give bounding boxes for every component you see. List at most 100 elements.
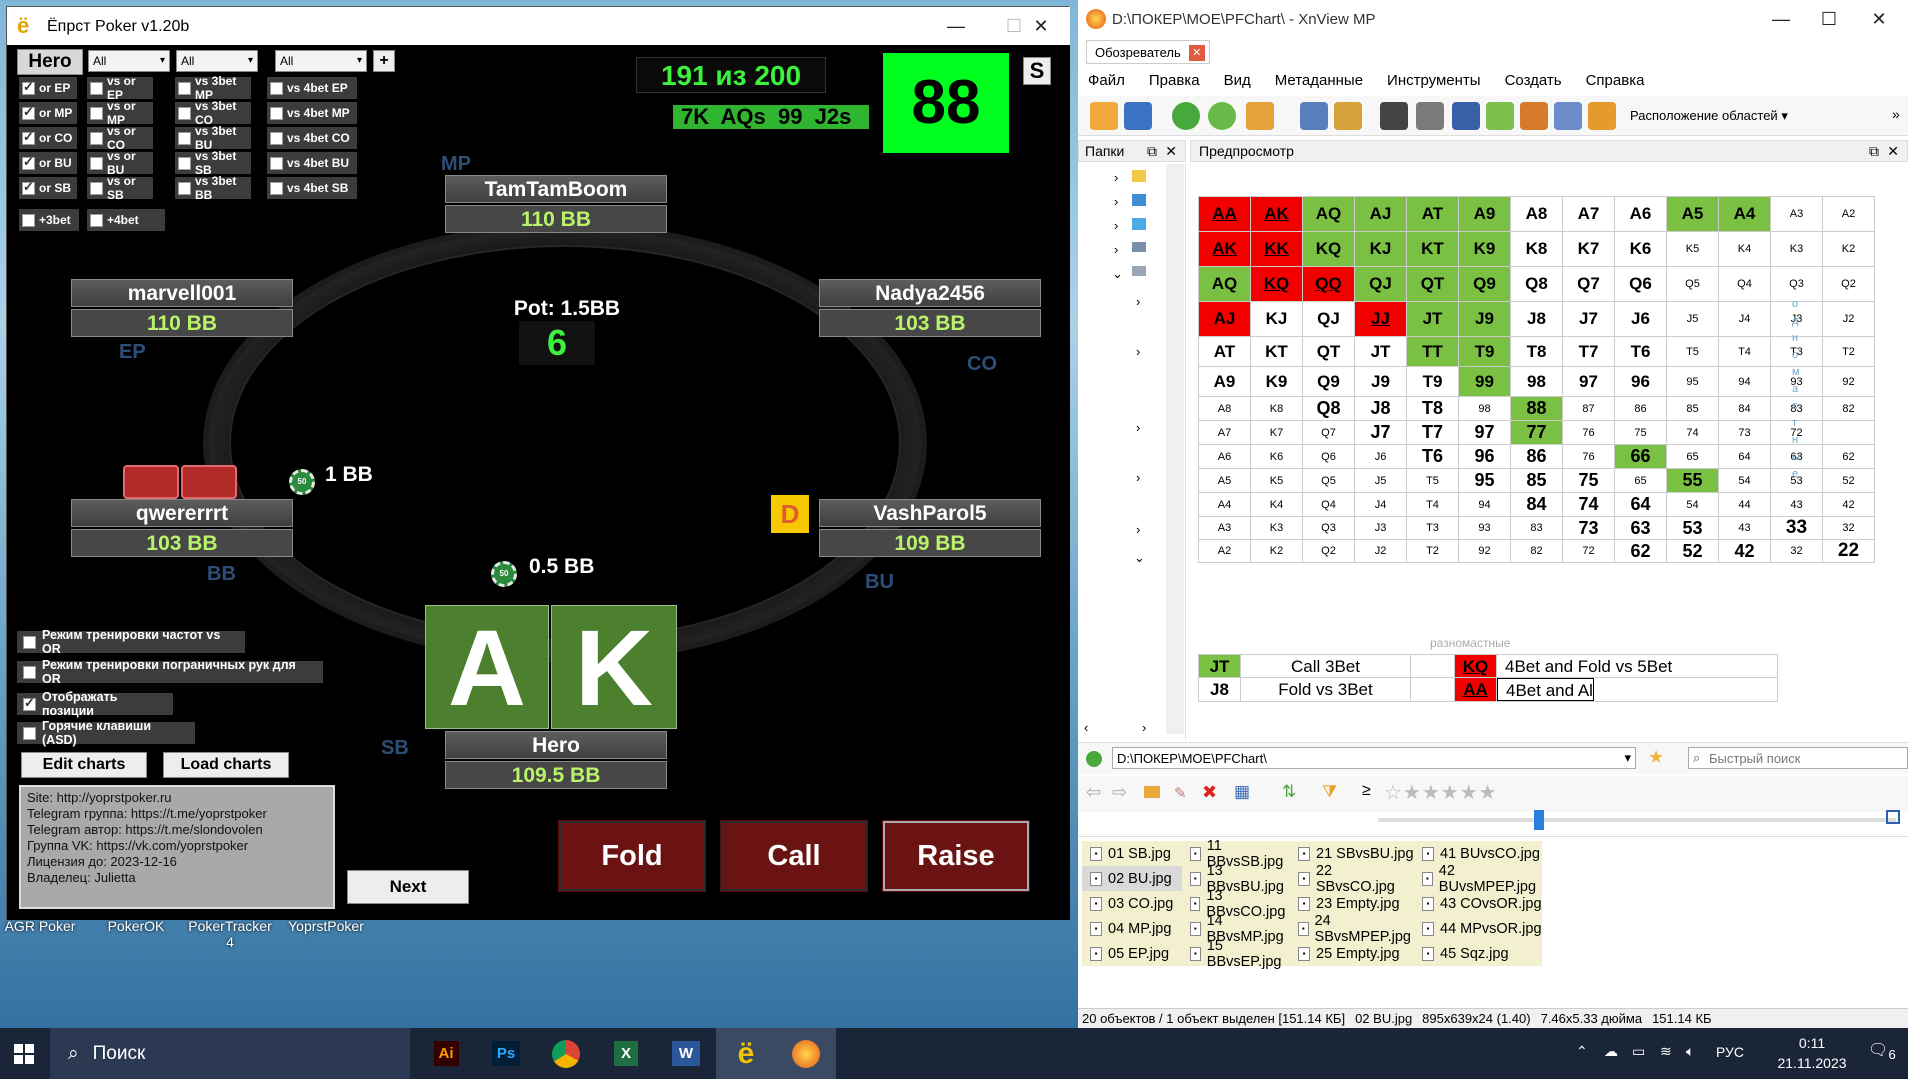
range-option-col4-0[interactable]: vs 4bet EP — [267, 77, 357, 99]
tree-expand-icon[interactable]: › — [1114, 242, 1118, 257]
file-item[interactable]: ▪ 25 Empty.jpg — [1290, 941, 1414, 966]
drive-icon[interactable] — [1132, 242, 1146, 252]
checkbox[interactable] — [22, 79, 35, 95]
convert-icon[interactable] — [1486, 102, 1514, 130]
range-option-col2-3[interactable]: vs or BU — [87, 149, 153, 177]
load-charts-button[interactable]: Load charts — [163, 752, 289, 778]
range-option-col1-2[interactable]: or CO — [19, 127, 77, 149]
extra-option-0[interactable]: +3bet — [19, 209, 79, 231]
checkbox[interactable] — [22, 104, 35, 120]
filter-select-3[interactable]: All ▾ — [275, 50, 367, 72]
fullscreen-icon[interactable] — [1124, 102, 1152, 130]
file-item[interactable]: ▪ 22 SBvsCO.jpg — [1290, 863, 1414, 895]
checkbox[interactable] — [270, 106, 283, 120]
browser-tab[interactable]: Обозреватель ✕ — [1086, 40, 1210, 64]
layout-dropdown[interactable]: Расположение областей ▾ — [1630, 108, 1788, 124]
clock-time[interactable]: 0:11 — [1776, 1035, 1848, 1051]
language-indicator[interactable]: РУС — [1716, 1044, 1744, 1060]
checkbox[interactable] — [90, 106, 103, 120]
slideshow-icon[interactable] — [1520, 102, 1548, 130]
file-item[interactable]: ▪ 05 EP.jpg — [1082, 941, 1182, 966]
tree-expand-icon[interactable]: › — [1136, 470, 1140, 485]
range-option-col2-1[interactable]: vs or MP — [87, 99, 153, 127]
menu-item[interactable]: Файл — [1088, 72, 1125, 89]
delete-icon[interactable]: ✖ — [1202, 782, 1217, 803]
checkbox[interactable] — [270, 81, 283, 95]
checkbox[interactable] — [90, 81, 103, 95]
extra-option-1[interactable]: +4bet — [87, 209, 165, 231]
tree-expand-icon[interactable]: › — [1136, 344, 1140, 359]
minimize-button[interactable]: — — [927, 7, 985, 45]
drive-icon[interactable] — [1132, 266, 1146, 276]
range-option-col1-4[interactable]: or SB — [19, 177, 77, 199]
checkbox[interactable] — [270, 181, 283, 195]
checkbox[interactable] — [178, 131, 191, 145]
file-item[interactable]: ▪ 24 SBvsMPEP.jpg — [1290, 913, 1414, 945]
checkbox[interactable] — [23, 635, 36, 649]
settings-icon[interactable] — [1588, 102, 1616, 130]
tree-expand-icon[interactable]: › — [1136, 294, 1140, 309]
more-icon[interactable]: » — [1892, 106, 1900, 122]
tree-expand-icon[interactable]: › — [1136, 522, 1140, 537]
call-button[interactable]: Call — [720, 820, 868, 892]
checkbox[interactable] — [178, 106, 191, 120]
go-up-icon[interactable] — [1086, 751, 1102, 767]
sync-icon[interactable] — [1208, 102, 1236, 130]
range-option-col4-3[interactable]: vs 4bet BU — [267, 152, 357, 174]
close-icon[interactable]: ✕ — [1165, 143, 1177, 160]
refresh-icon[interactable] — [1172, 102, 1200, 130]
checkbox[interactable] — [90, 131, 103, 145]
filter-select-2[interactable]: All ▾ — [176, 50, 258, 72]
file-item[interactable]: ▪ 01 SB.jpg — [1082, 841, 1182, 866]
file-item[interactable]: ▪ 42 BUvsMPEP.jpg — [1414, 863, 1542, 895]
desktop-icon-pokertracker[interactable]: PokerTracker 4 — [186, 918, 274, 950]
range-option-col3-1[interactable]: vs 3bet CO — [175, 99, 251, 127]
open-folder-icon[interactable] — [1090, 102, 1118, 130]
rating-stars[interactable]: ☆★★★★★ — [1384, 780, 1498, 805]
tray-chevron-up-icon[interactable]: ⌃ — [1576, 1043, 1588, 1060]
s-button[interactable]: S — [1023, 57, 1051, 85]
favorite-star-icon[interactable]: ★ — [1648, 747, 1664, 768]
edit-charts-button[interactable]: Edit charts — [21, 752, 147, 778]
desktop-icon-agr[interactable]: AGR Poker — [4, 918, 76, 934]
folder-icon[interactable] — [1132, 170, 1146, 182]
range-option-col2-0[interactable]: vs or EP — [87, 74, 153, 102]
checkbox[interactable] — [90, 156, 103, 170]
range-option-col1-1[interactable]: or MP — [19, 102, 77, 124]
folder-icon[interactable] — [1132, 194, 1146, 206]
range-option-col3-4[interactable]: vs 3bet BB — [175, 174, 251, 202]
range-option-col4-2[interactable]: vs 4bet CO — [267, 127, 357, 149]
checkbox[interactable] — [22, 213, 35, 227]
desktop-icon-pokerok[interactable]: PokerOK — [98, 918, 174, 934]
next-button[interactable]: Next — [347, 870, 469, 904]
close-button[interactable]: ✕ — [1012, 7, 1070, 45]
raise-button[interactable]: Raise — [882, 820, 1030, 892]
tree-expand-icon[interactable]: › — [1114, 170, 1118, 185]
tree-expand-icon[interactable]: › — [1114, 218, 1118, 233]
zoom-slider-thumb[interactable] — [1534, 810, 1544, 830]
sort-icon[interactable]: ⇅ — [1282, 782, 1296, 802]
desktop-icon-yoprst[interactable]: YoprstPoker — [284, 918, 368, 934]
menu-item[interactable]: Справка — [1586, 72, 1645, 89]
file-item[interactable]: ▪ 15 BBvsEP.jpg — [1182, 938, 1290, 970]
add-filter-button[interactable]: + — [373, 50, 395, 72]
file-item[interactable]: ▪ 04 MP.jpg — [1082, 916, 1182, 941]
taskbar-excel[interactable]: X — [596, 1028, 656, 1079]
cloud-icon[interactable]: ☁ — [1604, 1043, 1618, 1060]
range-option-col2-2[interactable]: vs or CO — [87, 124, 153, 152]
close-icon[interactable]: ✕ — [1887, 143, 1899, 160]
start-button[interactable] — [0, 1028, 48, 1079]
menu-item[interactable]: Инструменты — [1387, 72, 1481, 89]
taskbar-yoprst[interactable]: ё — [716, 1028, 776, 1079]
range-option-col4-1[interactable]: vs 4bet MP — [267, 102, 357, 124]
checkbox[interactable] — [90, 213, 103, 227]
folder-icon[interactable] — [1132, 218, 1146, 230]
taskbar-search[interactable]: ⌕ Поиск — [50, 1028, 410, 1079]
filter-icon[interactable]: ⧩ — [1322, 782, 1337, 802]
menu-item[interactable]: Правка — [1149, 72, 1200, 89]
checkbox[interactable] — [270, 156, 283, 170]
folder-tree-scrollbar[interactable] — [1166, 164, 1184, 734]
export-icon[interactable] — [1334, 102, 1362, 130]
dock-icon[interactable]: ⧉ — [1147, 143, 1157, 160]
tree-collapse-icon[interactable]: ⌄ — [1134, 550, 1145, 566]
